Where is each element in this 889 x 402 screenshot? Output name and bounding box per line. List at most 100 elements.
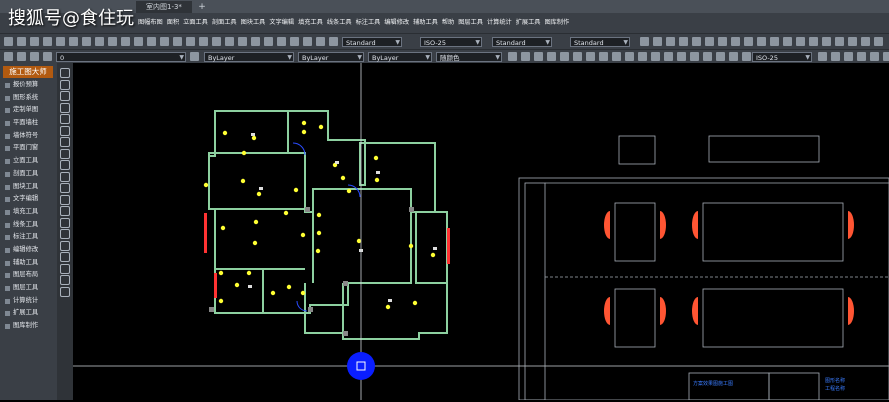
sidebar-item[interactable]: 图形系统 bbox=[3, 92, 55, 105]
tool-icon[interactable] bbox=[640, 37, 649, 46]
menu-item[interactable]: 填充工具 bbox=[296, 16, 325, 30]
draw-tool-icon[interactable] bbox=[60, 68, 70, 78]
dimstyle-2-dropdown[interactable]: ISO-25 ▼ bbox=[752, 52, 812, 62]
draw-tool-icon[interactable] bbox=[60, 263, 70, 274]
layer-dropdown[interactable]: 0 ▼ bbox=[56, 52, 186, 62]
sidebar-item[interactable]: 线条工具 bbox=[3, 219, 55, 232]
draw-tool-icon[interactable] bbox=[60, 194, 70, 205]
tool-icon[interactable] bbox=[818, 52, 827, 61]
tool-icon[interactable] bbox=[844, 52, 853, 61]
tool-icon[interactable] bbox=[238, 37, 247, 46]
draw-tool-icon[interactable] bbox=[60, 79, 70, 90]
tool-icon[interactable] bbox=[744, 37, 753, 46]
tool-icon[interactable] bbox=[108, 37, 117, 46]
tool-icon[interactable] bbox=[703, 52, 712, 61]
menu-item[interactable]: 文字编辑 bbox=[267, 16, 296, 30]
tool-icon[interactable] bbox=[560, 52, 569, 61]
draw-tool-icon[interactable] bbox=[60, 160, 70, 170]
tool-icon[interactable] bbox=[861, 37, 870, 46]
draw-tool-icon[interactable] bbox=[60, 217, 70, 228]
tool-icon[interactable] bbox=[547, 52, 556, 61]
tool-icon[interactable] bbox=[638, 52, 647, 61]
tablestyle-dropdown[interactable]: Standard ▼ bbox=[492, 37, 552, 47]
tool-icon[interactable] bbox=[521, 52, 530, 61]
tool-icon[interactable] bbox=[716, 52, 725, 61]
color-dropdown[interactable]: ByLayer ▼ bbox=[204, 52, 294, 62]
tool-icon[interactable] bbox=[809, 37, 818, 46]
tool-icon[interactable] bbox=[147, 37, 156, 46]
tool-icon[interactable] bbox=[625, 52, 634, 61]
tool-icon[interactable] bbox=[303, 37, 312, 46]
drawing-tab[interactable]: 室内图1-3* bbox=[136, 1, 192, 13]
tool-icon[interactable] bbox=[612, 52, 621, 61]
sidebar-item[interactable]: 编辑修改 bbox=[3, 244, 55, 257]
tool-icon[interactable] bbox=[573, 52, 582, 61]
menu-item[interactable]: 帮助 bbox=[440, 16, 456, 30]
tool-icon[interactable] bbox=[835, 37, 844, 46]
menu-item[interactable]: 编辑修改 bbox=[382, 16, 411, 30]
sidebar-item[interactable]: 定制单图 bbox=[3, 104, 55, 117]
menu-item[interactable]: 图层工具 bbox=[456, 16, 485, 30]
tool-icon[interactable] bbox=[796, 37, 805, 46]
tool-icon[interactable] bbox=[848, 37, 857, 46]
tool-icon[interactable] bbox=[534, 52, 543, 61]
tool-icon[interactable] bbox=[653, 37, 662, 46]
tool-icon[interactable] bbox=[4, 37, 13, 46]
menu-item[interactable]: 计算统计 bbox=[485, 16, 514, 30]
lineweight-dropdown[interactable]: ByLayer ▼ bbox=[368, 52, 432, 62]
tool-icon[interactable] bbox=[69, 37, 78, 46]
tool-icon[interactable] bbox=[729, 52, 738, 61]
sidebar-item[interactable]: 平面墙柱 bbox=[3, 117, 55, 130]
tool-icon[interactable] bbox=[731, 37, 740, 46]
textstyle-dropdown[interactable]: Standard ▼ bbox=[342, 37, 402, 47]
sidebar-item[interactable]: 图层工具 bbox=[3, 282, 55, 295]
draw-tool-icon[interactable] bbox=[60, 137, 70, 147]
tool-icon[interactable] bbox=[883, 52, 889, 61]
tool-icon[interactable] bbox=[651, 52, 660, 61]
tool-icon[interactable] bbox=[757, 37, 766, 46]
tool-icon[interactable] bbox=[857, 52, 866, 61]
menu-item[interactable]: 线条工具 bbox=[325, 16, 354, 30]
tool-icon[interactable] bbox=[692, 37, 701, 46]
tool-icon[interactable] bbox=[43, 52, 52, 61]
draw-tool-icon[interactable] bbox=[60, 171, 70, 182]
tool-icon[interactable] bbox=[586, 52, 595, 61]
tool-icon[interactable] bbox=[666, 37, 675, 46]
draw-tool-icon[interactable] bbox=[60, 286, 70, 297]
menu-item[interactable]: 面积 bbox=[165, 16, 181, 30]
tool-icon[interactable] bbox=[134, 37, 143, 46]
tool-icon[interactable] bbox=[30, 52, 39, 61]
draw-tool-icon[interactable] bbox=[60, 125, 70, 136]
tool-icon[interactable] bbox=[190, 52, 199, 61]
sidebar-item[interactable]: 图库制作 bbox=[3, 320, 55, 333]
sidebar-item[interactable]: 文字编辑 bbox=[3, 193, 55, 206]
draw-tool-icon[interactable] bbox=[60, 102, 70, 113]
tool-icon[interactable] bbox=[599, 52, 608, 61]
sidebar-item[interactable]: 剖面工具 bbox=[3, 168, 55, 181]
draw-tool-icon[interactable] bbox=[60, 114, 70, 124]
draw-tool-icon[interactable] bbox=[60, 91, 70, 101]
tool-icon[interactable] bbox=[742, 52, 751, 61]
tool-icon[interactable] bbox=[186, 37, 195, 46]
tool-icon[interactable] bbox=[783, 37, 792, 46]
draw-tool-icon[interactable] bbox=[60, 148, 70, 159]
tool-icon[interactable] bbox=[664, 52, 673, 61]
menu-item[interactable]: 立面工具 bbox=[181, 16, 210, 30]
tool-icon[interactable] bbox=[43, 37, 52, 46]
linetype-dropdown[interactable]: ByLayer ▼ bbox=[298, 52, 364, 62]
sidebar-item[interactable]: 扩展工具 bbox=[3, 307, 55, 320]
tool-icon[interactable] bbox=[225, 37, 234, 46]
tool-icon[interactable] bbox=[316, 37, 325, 46]
menu-item[interactable]: 图块工具 bbox=[239, 16, 268, 30]
new-tab-button[interactable]: + bbox=[196, 1, 208, 13]
tool-icon[interactable] bbox=[679, 37, 688, 46]
dimstyle-dropdown[interactable]: ISO-25 ▼ bbox=[420, 37, 482, 47]
tool-icon[interactable] bbox=[508, 52, 517, 61]
sidebar-item[interactable]: 填充工具 bbox=[3, 206, 55, 219]
tool-icon[interactable] bbox=[212, 37, 221, 46]
plotstyle-dropdown[interactable]: 随颜色 ▼ bbox=[436, 52, 502, 62]
tool-icon[interactable] bbox=[95, 37, 104, 46]
draw-tool-icon[interactable] bbox=[60, 252, 70, 262]
tool-icon[interactable] bbox=[17, 37, 26, 46]
tool-icon[interactable] bbox=[770, 37, 779, 46]
